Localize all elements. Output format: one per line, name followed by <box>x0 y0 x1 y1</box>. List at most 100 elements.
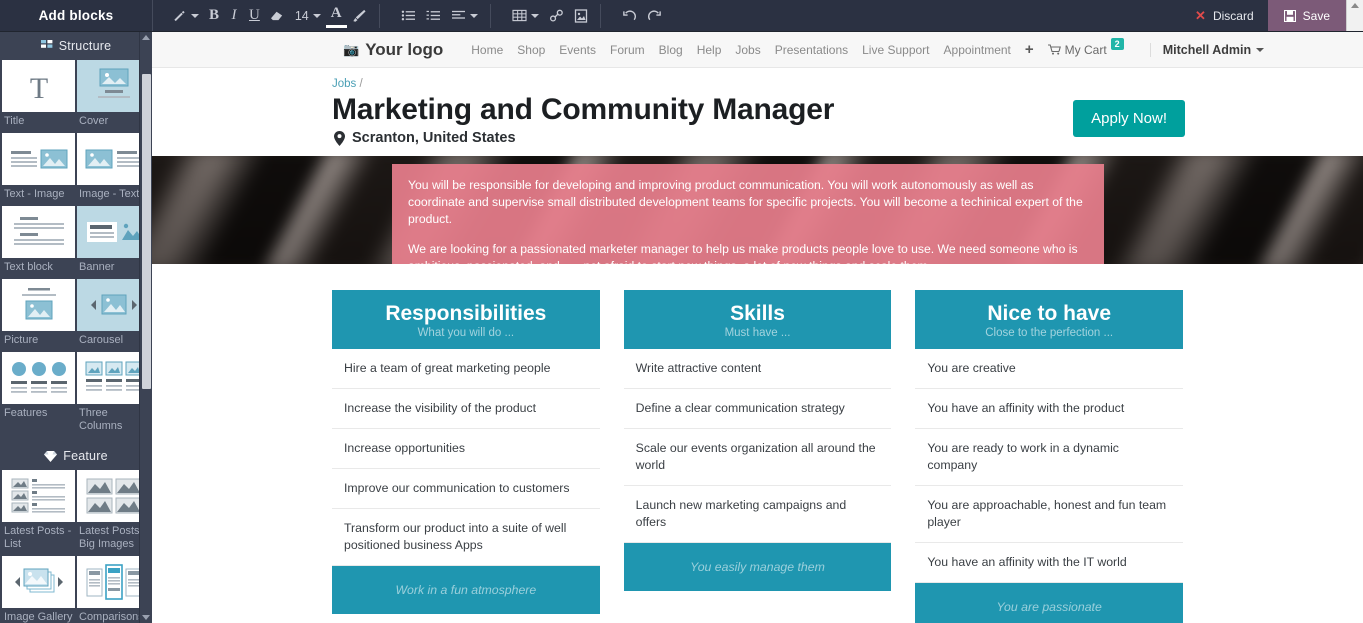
user-name: Mitchell Admin <box>1162 42 1252 57</box>
shopping-cart-icon <box>1047 44 1061 55</box>
camera-icon: 📷 <box>343 41 360 57</box>
block-label: Features <box>4 407 48 419</box>
site-logo[interactable]: 📷 Your logo <box>343 40 443 60</box>
card-footer: You easily manage them <box>623 543 892 591</box>
nav-item-home[interactable]: Home <box>471 43 503 57</box>
card-footer: You are passionate <box>915 583 1184 623</box>
block-thumb[interactable]: T <box>2 60 75 112</box>
block-thumb[interactable] <box>2 556 75 608</box>
nav-item-live-support[interactable]: Live Support <box>862 43 929 57</box>
background-color-button[interactable] <box>347 4 372 28</box>
floppy-disk-icon <box>1283 9 1296 22</box>
apply-now-button[interactable]: Apply Now! <box>1073 100 1185 137</box>
text-image-block-icon <box>10 149 67 169</box>
align-button[interactable] <box>446 4 483 28</box>
comparisons-block-icon <box>86 564 141 600</box>
breadcrumb-link-jobs[interactable]: Jobs <box>332 78 356 90</box>
cart-count-badge: 2 <box>1110 37 1124 50</box>
sidebar-block-latest-posts-list[interactable]: Latest Posts - List <box>2 470 75 556</box>
table-button[interactable] <box>507 4 544 28</box>
add-page-icon[interactable]: + <box>1025 41 1034 58</box>
job-description-overlay[interactable]: You will be responsible for developing a… <box>392 164 1104 264</box>
toolbar-divider-3 <box>599 3 617 28</box>
breadcrumb: Jobs / <box>332 78 1073 90</box>
nav-item-forum[interactable]: Forum <box>610 43 645 57</box>
user-menu[interactable]: Mitchell Admin <box>1149 42 1265 57</box>
underline-button[interactable]: U <box>244 4 265 28</box>
discard-button[interactable]: ✕ Discard <box>1181 0 1268 31</box>
redo-button[interactable] <box>642 4 667 28</box>
features-block-icon <box>10 362 67 393</box>
job-header: Jobs / Marketing and Community Manager S… <box>152 68 1363 156</box>
scrollbar-thumb[interactable] <box>141 74 151 389</box>
list-item: Improve our communication to customers <box>332 469 600 509</box>
remove-format-button[interactable] <box>265 4 290 28</box>
discard-label: Discard <box>1212 8 1254 23</box>
three-columns-block-icon <box>85 361 142 391</box>
ordered-list-button[interactable] <box>421 4 446 28</box>
align-left-icon <box>451 10 465 19</box>
sidebar-scrollbar[interactable] <box>139 32 152 623</box>
nav-item-jobs[interactable]: Jobs <box>735 43 760 57</box>
block-label: Title <box>4 115 25 127</box>
map-pin-icon <box>334 130 345 146</box>
chevron-up-icon[interactable] <box>142 35 150 40</box>
sidebar-block-text-image[interactable]: Text - Image <box>2 133 75 206</box>
image-text-block-icon <box>85 149 142 169</box>
nav-item-presentations[interactable]: Presentations <box>775 43 848 57</box>
website-preview-canvas: 📷 Your logo Home Shop Events Forum Blog … <box>152 32 1363 623</box>
style-picker-button[interactable] <box>167 4 204 28</box>
chevron-down-icon <box>1256 47 1265 52</box>
nav-item-help[interactable]: Help <box>697 43 722 57</box>
sidebar-block-title[interactable]: T Title <box>2 60 75 133</box>
text-block-icon <box>13 217 64 245</box>
chevron-down-icon[interactable] <box>142 615 150 620</box>
list-item: Define a clear communication strategy <box>623 389 892 429</box>
bold-button[interactable]: B <box>204 4 224 28</box>
table-icon <box>512 9 527 22</box>
undo-icon <box>622 9 636 20</box>
job-description-paragraph-1: You will be responsible for developing a… <box>408 178 1083 226</box>
block-thumb[interactable] <box>2 133 75 185</box>
list-item: Hire a team of great marketing people <box>332 349 600 389</box>
sidebar-block-image-gallery[interactable]: Image Gallery <box>2 556 75 623</box>
block-label: Image Gallery <box>4 611 73 623</box>
block-label: Text block <box>4 261 53 273</box>
job-detail-cards: Responsibilities What you will do ... Hi… <box>152 264 1363 623</box>
font-size-value: 14 <box>294 8 309 23</box>
latest-posts-big-images-block-icon <box>86 478 141 514</box>
site-header: 📷 Your logo Home Shop Events Forum Blog … <box>152 32 1363 68</box>
structure-block-grid: T Title Cover Text - Image Image - Text … <box>0 60 152 438</box>
nav-item-appointment[interactable]: Appointment <box>944 43 1011 57</box>
save-button[interactable]: Save <box>1267 0 1346 31</box>
page-scrollbar-top[interactable] <box>1346 0 1363 31</box>
text-color-button[interactable]: A <box>325 4 347 28</box>
image-icon <box>574 8 587 23</box>
toolbar-divider-2 <box>489 3 507 28</box>
nav-item-shop[interactable]: Shop <box>517 43 545 57</box>
editor-actions: ✕ Discard Save <box>1181 0 1346 31</box>
undo-button[interactable] <box>617 4 642 28</box>
block-thumb[interactable] <box>2 279 75 331</box>
unordered-list-button[interactable] <box>396 4 421 28</box>
list-item: You are approachable, honest and fun tea… <box>915 486 1184 543</box>
italic-button[interactable]: I <box>224 4 244 28</box>
sidebar-section-structure: Structure <box>0 32 152 60</box>
font-size-selector[interactable]: 14 <box>290 4 326 28</box>
sidebar-block-picture[interactable]: Picture <box>2 279 75 352</box>
insert-image-button[interactable] <box>569 4 593 28</box>
my-cart-link[interactable]: My Cart 2 <box>1047 37 1124 57</box>
sidebar-block-text-block[interactable]: Text block <box>2 206 75 279</box>
block-thumb[interactable] <box>2 352 75 404</box>
insert-link-button[interactable] <box>544 4 569 28</box>
block-thumb[interactable] <box>2 470 75 522</box>
nav-item-blog[interactable]: Blog <box>659 43 683 57</box>
list-item: Increase the visibility of the product <box>332 389 600 429</box>
card-subtitle: Close to the perfection ... <box>985 327 1114 339</box>
card-title: Skills <box>730 302 785 325</box>
block-thumb[interactable] <box>2 206 75 258</box>
add-blocks-panel-title: Add blocks <box>38 8 114 23</box>
sidebar-block-features[interactable]: Features <box>2 352 75 438</box>
svg-text:T: T <box>29 72 47 105</box>
nav-item-events[interactable]: Events <box>559 43 596 57</box>
